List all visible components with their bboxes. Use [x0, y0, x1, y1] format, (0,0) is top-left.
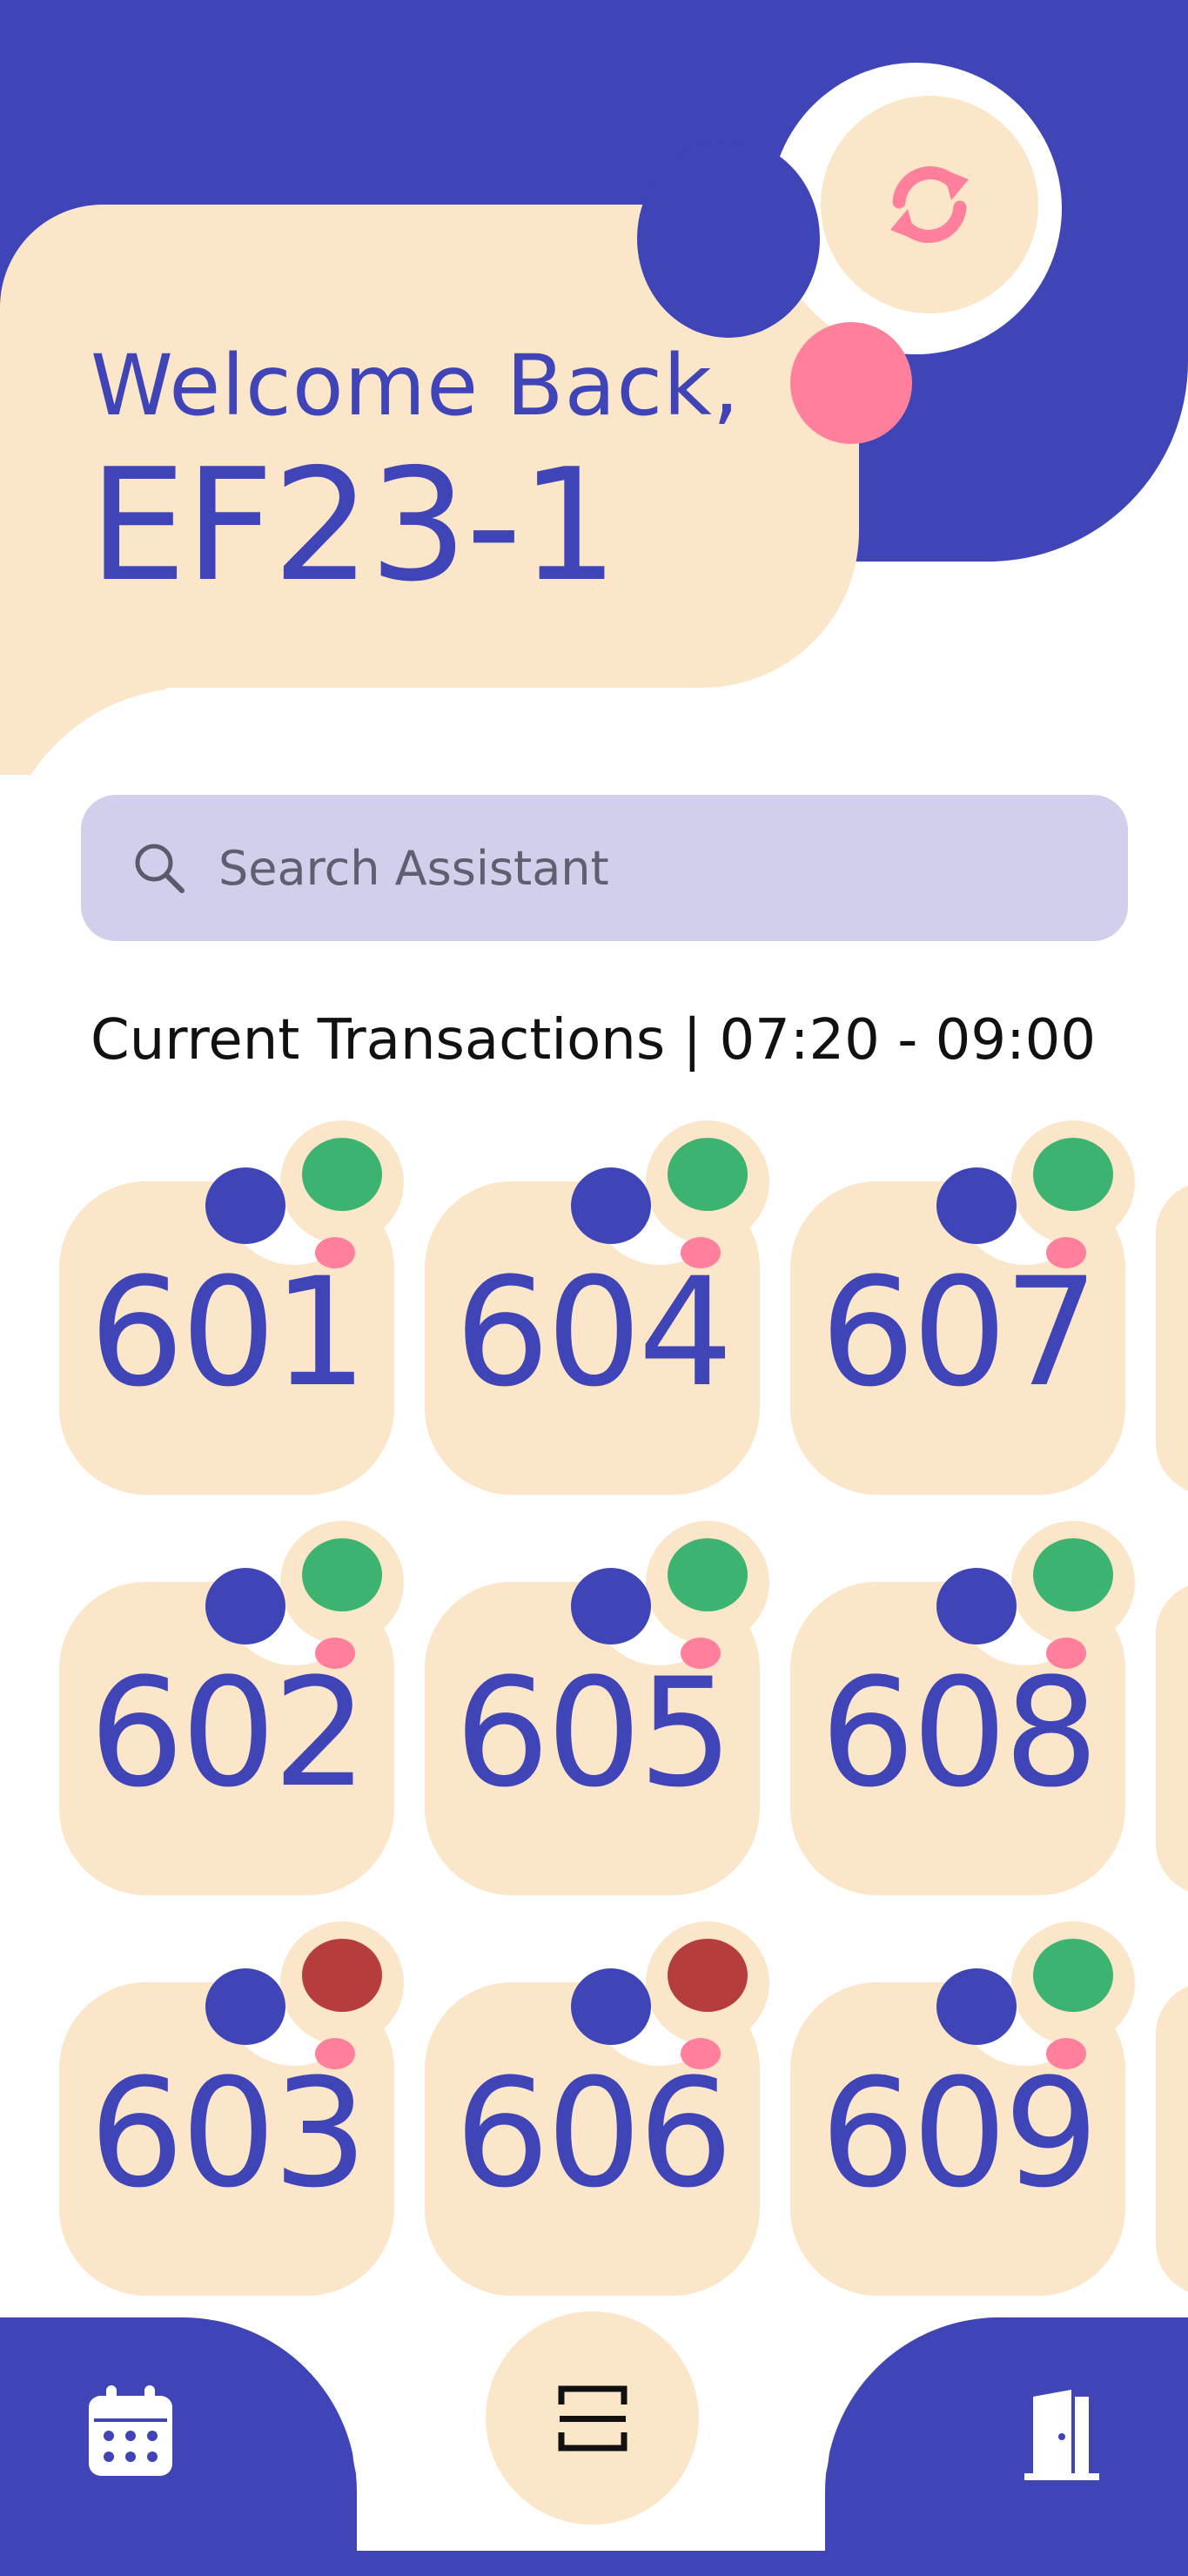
room-card[interactable]: 609 — [790, 1921, 1135, 2296]
header-decoration-pink — [790, 322, 912, 444]
scan-icon — [558, 2385, 627, 2451]
decoration-dot — [205, 1568, 285, 1644]
room-number: 603 — [89, 2046, 367, 2221]
status-indicator — [668, 1138, 748, 1211]
decoration-dot — [205, 1167, 285, 1244]
room-number: 607 — [820, 1245, 1098, 1420]
transactions-heading: Current Transactions | 07:20 - 09:00 — [91, 1008, 1097, 1073]
welcome-label: Welcome Back, — [91, 337, 741, 434]
status-indicator — [1033, 1138, 1113, 1211]
status-indicator — [302, 1939, 382, 2012]
decoration-dot — [571, 1968, 651, 2045]
decoration-dot — [936, 1167, 1017, 1244]
room-number: 608 — [820, 1645, 1098, 1820]
calendar-button[interactable] — [83, 2384, 178, 2479]
username-title: EF23-1 — [89, 435, 619, 615]
exit-button[interactable] — [1018, 2387, 1105, 2483]
room-number: 606 — [454, 2046, 733, 2221]
bottom-nav-left — [0, 2317, 357, 2576]
room-card[interactable]: 606 — [425, 1921, 769, 2296]
header-decoration-blue — [637, 139, 820, 338]
door-exit-icon — [1024, 2390, 1099, 2480]
room-number: 602 — [89, 1645, 367, 1820]
room-card[interactable]: 603 — [59, 1921, 404, 2296]
room-card[interactable]: 605 — [425, 1521, 769, 1895]
status-indicator — [302, 1138, 382, 1211]
search-bar[interactable] — [81, 795, 1128, 941]
room-card-partial[interactable] — [1156, 1982, 1188, 2296]
bottom-nav-right — [825, 2317, 1188, 2576]
decoration-dot — [205, 1968, 285, 2045]
status-indicator — [1033, 1538, 1113, 1611]
room-card-partial[interactable] — [1156, 1181, 1188, 1495]
room-card[interactable]: 602 — [59, 1521, 404, 1895]
status-indicator — [1033, 1939, 1113, 2012]
refresh-button[interactable] — [821, 96, 1038, 313]
search-input[interactable] — [217, 839, 1003, 897]
decoration-dot — [936, 1568, 1017, 1644]
room-card[interactable]: 608 — [790, 1521, 1135, 1895]
room-number: 605 — [454, 1645, 733, 1820]
room-card-partial[interactable] — [1156, 1582, 1188, 1895]
decoration-dot — [571, 1568, 651, 1644]
status-indicator — [668, 1538, 748, 1611]
room-number: 601 — [89, 1245, 367, 1420]
calendar-icon — [89, 2385, 172, 2476]
status-indicator — [302, 1538, 382, 1611]
decoration-dot — [571, 1167, 651, 1244]
refresh-icon — [890, 166, 969, 243]
room-card[interactable]: 601 — [59, 1120, 404, 1495]
decoration-dot — [936, 1968, 1017, 2045]
room-card[interactable]: 607 — [790, 1120, 1135, 1495]
status-indicator — [668, 1939, 748, 2012]
room-number: 604 — [454, 1245, 733, 1420]
room-number: 609 — [820, 2046, 1098, 2221]
scan-button[interactable] — [486, 2311, 699, 2525]
search-icon — [135, 844, 185, 893]
room-card[interactable]: 604 — [425, 1120, 769, 1495]
